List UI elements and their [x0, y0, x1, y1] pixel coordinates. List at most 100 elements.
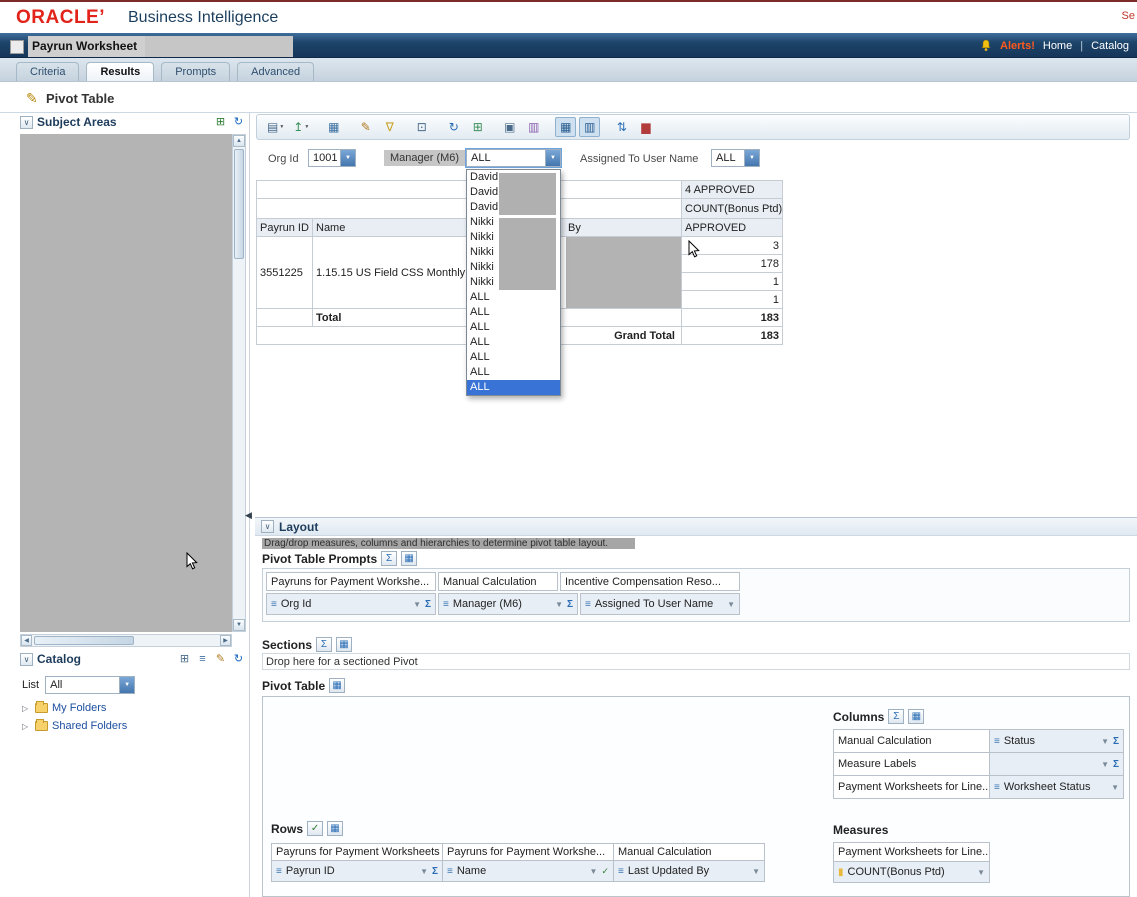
column-field-cell[interactable]: ≡ Worksheet Status ▼	[989, 775, 1124, 799]
selection-steps-button[interactable]: ⊡	[411, 117, 432, 137]
collapse-chevron-icon[interactable]: ∨	[261, 520, 274, 533]
filter-funnel-icon[interactable]: ▼	[1101, 760, 1109, 769]
row-group-cell[interactable]: Manual Calculation	[613, 843, 765, 861]
dropdown-arrow-icon[interactable]: ▼	[119, 677, 135, 693]
manager-select[interactable]: ALL ▼	[466, 149, 561, 167]
export-button[interactable]: ↥ ▼	[290, 117, 312, 137]
catalog-link[interactable]: Catalog	[1091, 40, 1129, 52]
tab-criteria[interactable]: Criteria	[16, 62, 80, 81]
formatting-button[interactable]: ✎	[355, 117, 376, 137]
home-link[interactable]: Home	[1043, 40, 1072, 52]
filter-funnel-icon[interactable]: ▼	[413, 600, 421, 609]
sigma-icon[interactable]: Σ	[1113, 759, 1119, 770]
row-group-cell[interactable]: Payruns for Payment Worksheets	[271, 843, 443, 861]
filter-button[interactable]: ∇	[379, 117, 400, 137]
prompt-field-cell[interactable]: ≡ Assigned To User Name ▼	[580, 593, 740, 615]
search-link-partial[interactable]: Se	[1122, 10, 1135, 22]
dropdown-option[interactable]: ALL	[467, 350, 560, 365]
measure-group-cell[interactable]: Payment Worksheets for Line...	[833, 842, 990, 862]
prompt-group-cell[interactable]: Incentive Compensation Reso...	[560, 572, 740, 591]
green-check-icon[interactable]: ✓	[601, 866, 609, 877]
refresh-subject-areas-icon[interactable]: ↻	[231, 115, 246, 130]
filter-funnel-icon[interactable]: ▼	[590, 867, 598, 876]
row-field-cell[interactable]: ≡ Name ▼ ✓	[442, 860, 614, 882]
filter-funnel-icon[interactable]: ▼	[555, 600, 563, 609]
scroll-up-icon[interactable]: ▲	[233, 135, 245, 147]
subject-areas-header[interactable]: ∨ Subject Areas ⊞ ↻	[20, 115, 246, 129]
filter-funnel-icon[interactable]: ▼	[420, 867, 428, 876]
grid-properties-icon[interactable]: ▦	[336, 637, 353, 652]
row-group-cell[interactable]: Payruns for Payment Workshe...	[442, 843, 614, 861]
sigma-icon[interactable]: Σ	[381, 551, 398, 566]
filter-funnel-icon[interactable]: ▼	[977, 868, 985, 877]
scrollbar-thumb[interactable]	[234, 149, 244, 259]
sigma-icon[interactable]: Σ	[888, 709, 905, 724]
grid-properties-icon[interactable]: ▦	[327, 821, 344, 836]
tab-advanced[interactable]: Advanced	[237, 62, 315, 81]
column-group-cell[interactable]: Measure Labels	[833, 752, 990, 776]
catalog-list-icon[interactable]: ≡	[195, 652, 210, 667]
org-id-select[interactable]: 1001 ▼	[308, 149, 356, 167]
sigma-icon[interactable]: Σ	[567, 599, 573, 610]
row-field-cell[interactable]: ≡ Payrun ID ▼ Σ	[271, 860, 443, 882]
filter-funnel-icon[interactable]: ▼	[727, 600, 735, 609]
freeze-columns-button[interactable]: ▥	[523, 117, 544, 137]
refresh-button[interactable]: ↻	[443, 117, 464, 137]
layout-header[interactable]: ∨ Layout	[255, 517, 1137, 536]
filter-funnel-icon[interactable]: ▼	[1101, 737, 1109, 746]
tree-expand-icon[interactable]: ▷	[22, 722, 31, 731]
scroll-down-icon[interactable]: ▼	[233, 619, 245, 631]
scroll-right-icon[interactable]: ▶	[220, 635, 231, 646]
dropdown-arrow-icon[interactable]: ▼	[545, 150, 560, 166]
dropdown-option[interactable]: ALL	[467, 365, 560, 380]
prompt-field-cell[interactable]: ≡ Manager (M6) ▼ Σ	[438, 593, 578, 615]
prompt-field-cell[interactable]: ≡ Org Id ▼ Σ	[266, 593, 436, 615]
catalog-refresh-icon[interactable]: ↻	[231, 652, 246, 667]
column-group-cell[interactable]: Payment Worksheets for Line...	[833, 775, 990, 799]
row-field-cell[interactable]: ≡ Last Updated By ▼	[613, 860, 765, 882]
sigma-icon[interactable]: Σ	[1113, 736, 1119, 747]
alerts-link[interactable]: Alerts!	[1000, 40, 1035, 52]
grid-properties-icon[interactable]: ▦	[908, 709, 925, 724]
sigma-icon[interactable]: Σ	[316, 637, 333, 652]
pivot-view-toggle[interactable]: ▥	[579, 117, 601, 137]
show-results-button[interactable]: ▦	[323, 117, 344, 137]
column-group-cell[interactable]: Manual Calculation	[833, 729, 990, 753]
prompt-group-cell[interactable]: Payruns for Payment Workshe...	[266, 572, 436, 591]
green-check-icon[interactable]: ✓	[307, 821, 324, 836]
folder-label[interactable]: My Folders	[52, 702, 106, 714]
grid-properties-icon[interactable]: ▦	[401, 551, 418, 566]
column-header-name[interactable]: Name	[313, 219, 468, 237]
grid-properties-icon[interactable]: ▦	[329, 678, 346, 693]
expand-all-icon[interactable]: ⊞	[213, 115, 228, 130]
panel-collapse-icon[interactable]: ◀	[245, 510, 252, 521]
folder-my-folders[interactable]: ▷ My Folders	[22, 699, 127, 717]
tree-expand-icon[interactable]: ▷	[22, 704, 31, 713]
scrollbar-thumb[interactable]	[34, 636, 134, 645]
dropdown-option[interactable]: ALL	[467, 335, 560, 350]
dropdown-option[interactable]: ALL	[467, 305, 560, 320]
collapse-chevron-icon[interactable]: ∨	[20, 652, 33, 666]
catalog-expand-icon[interactable]: ⊞	[177, 652, 192, 667]
prompt-group-cell[interactable]: Manual Calculation	[438, 572, 558, 591]
dropdown-option[interactable]: ALL	[467, 290, 560, 305]
catalog-list-select[interactable]: All ▼	[45, 676, 136, 694]
scroll-left-icon[interactable]: ◀	[21, 635, 32, 646]
dropdown-arrow-icon[interactable]: ▼	[340, 150, 355, 166]
sections-drop-target[interactable]: Drop here for a sectioned Pivot	[262, 653, 1130, 670]
column-header-approved[interactable]: APPROVED	[682, 219, 783, 237]
bookmark-button[interactable]: ⊞	[467, 117, 488, 137]
dropdown-caret-icon[interactable]: ▼	[279, 124, 284, 130]
assigned-to-user-select[interactable]: ALL ▼	[711, 149, 760, 167]
catalog-edit-icon[interactable]: ✎	[213, 652, 228, 667]
filter-funnel-icon[interactable]: ▼	[1111, 783, 1119, 792]
chart-button[interactable]: ▆	[635, 117, 656, 137]
folder-label[interactable]: Shared Folders	[52, 720, 127, 732]
sigma-icon[interactable]: Σ	[432, 866, 438, 877]
column-header-payrun-id[interactable]: Payrun ID	[257, 219, 313, 237]
sort-button[interactable]: ⇅	[611, 117, 632, 137]
dropdown-option[interactable]: ALL	[467, 320, 560, 335]
column-field-cell[interactable]: ▼ Σ	[989, 752, 1124, 776]
tab-prompts[interactable]: Prompts	[161, 62, 231, 81]
subject-areas-vscrollbar[interactable]: ▲ ▼	[232, 134, 246, 632]
